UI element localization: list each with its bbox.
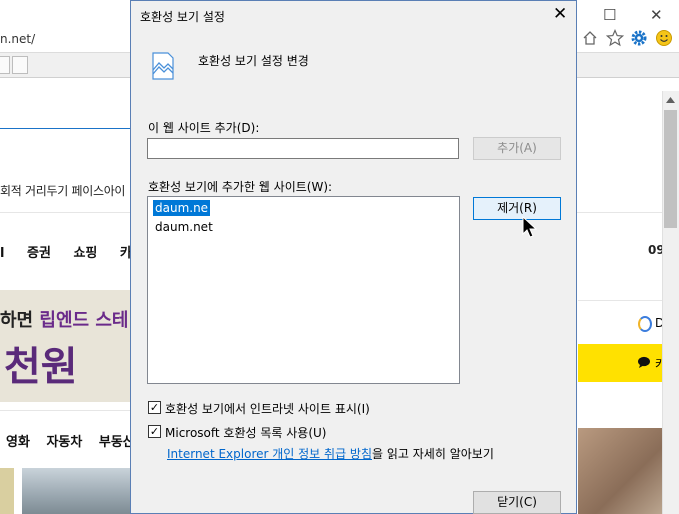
dialog-title: 호환성 보기 설정	[140, 10, 225, 24]
close-icon[interactable]: ✕	[553, 4, 567, 24]
page-nav-links[interactable]: 회적 거리두기 페이스아이	[0, 182, 125, 199]
intranet-checkbox[interactable]: ✓	[148, 401, 161, 414]
tab-icon[interactable]	[0, 56, 10, 74]
divider	[578, 300, 662, 301]
close-button[interactable]: 닫기(C)	[473, 491, 561, 514]
browser-close-icon[interactable]: ✕	[650, 6, 663, 24]
search-box-border	[0, 128, 130, 129]
microsoft-list-checkbox[interactable]: ✓	[148, 425, 161, 438]
banner-highlight: 립엔드 스테	[39, 310, 129, 331]
menu-item[interactable]: 증권	[27, 246, 51, 261]
favorites-star-icon[interactable]	[606, 29, 624, 47]
maximize-icon[interactable]: ☐	[603, 6, 616, 24]
divider	[0, 410, 130, 411]
remove-button[interactable]: 제거(R)	[473, 197, 561, 220]
menu-item[interactable]: 자동차	[46, 435, 82, 450]
add-site-label: 이 웹 사이트 추가(D):	[148, 121, 260, 135]
add-site-input[interactable]	[147, 138, 459, 159]
privacy-statement: Internet Explorer 개인 정보 취급 방침을 읽고 자세히 알아…	[167, 445, 494, 462]
mouse-cursor-icon	[522, 215, 538, 238]
new-tab-icon[interactable]	[12, 56, 28, 74]
privacy-suffix: 을 읽고 자세히 알아보기	[372, 447, 494, 461]
page-sub-menu: 영화 자동차 부동산	[6, 431, 147, 450]
microsoft-list-checkbox-label[interactable]: Microsoft 호환성 목록 사용(U)	[165, 424, 326, 441]
thumbnail-image[interactable]	[0, 468, 14, 514]
gear-icon[interactable]	[630, 29, 648, 47]
sites-list-label: 호환성 보기에 추가한 웹 사이트(W):	[148, 180, 333, 194]
list-item[interactable]: daum.net	[153, 219, 215, 235]
daum-logo-icon	[638, 316, 652, 332]
privacy-link[interactable]: Internet Explorer 개인 정보 취급 방침	[167, 447, 372, 461]
sites-list[interactable]: daum.ne daum.net	[147, 196, 460, 384]
chat-bubble-icon	[638, 356, 650, 368]
banner-line1: 하면 립엔드 스테	[0, 306, 128, 332]
home-icon[interactable]	[582, 30, 598, 46]
dialog-heading: 호환성 보기 설정 변경	[198, 54, 309, 68]
scrollbar-thumb[interactable]	[664, 110, 677, 228]
news-photo[interactable]	[22, 468, 130, 514]
address-url[interactable]: n.net/	[0, 32, 35, 46]
ad-banner[interactable]: 하면 립엔드 스테 천원	[0, 290, 130, 402]
list-item-selected[interactable]: daum.ne	[153, 200, 211, 216]
add-button[interactable]: 추가(A)	[473, 137, 561, 160]
intranet-checkbox-label[interactable]: 호환성 보기에서 인트라넷 사이트 표시(I)	[165, 400, 370, 417]
smiley-icon[interactable]	[655, 29, 673, 47]
menu-prefix[interactable]: l	[0, 246, 4, 261]
broken-page-icon	[152, 52, 174, 80]
scroll-up-icon[interactable]	[666, 97, 675, 103]
banner-price: 천원	[4, 344, 78, 390]
menu-item[interactable]: 쇼핑	[73, 246, 97, 261]
banner-prefix: 하면	[0, 310, 40, 331]
menu-item[interactable]: 영화	[6, 435, 30, 450]
